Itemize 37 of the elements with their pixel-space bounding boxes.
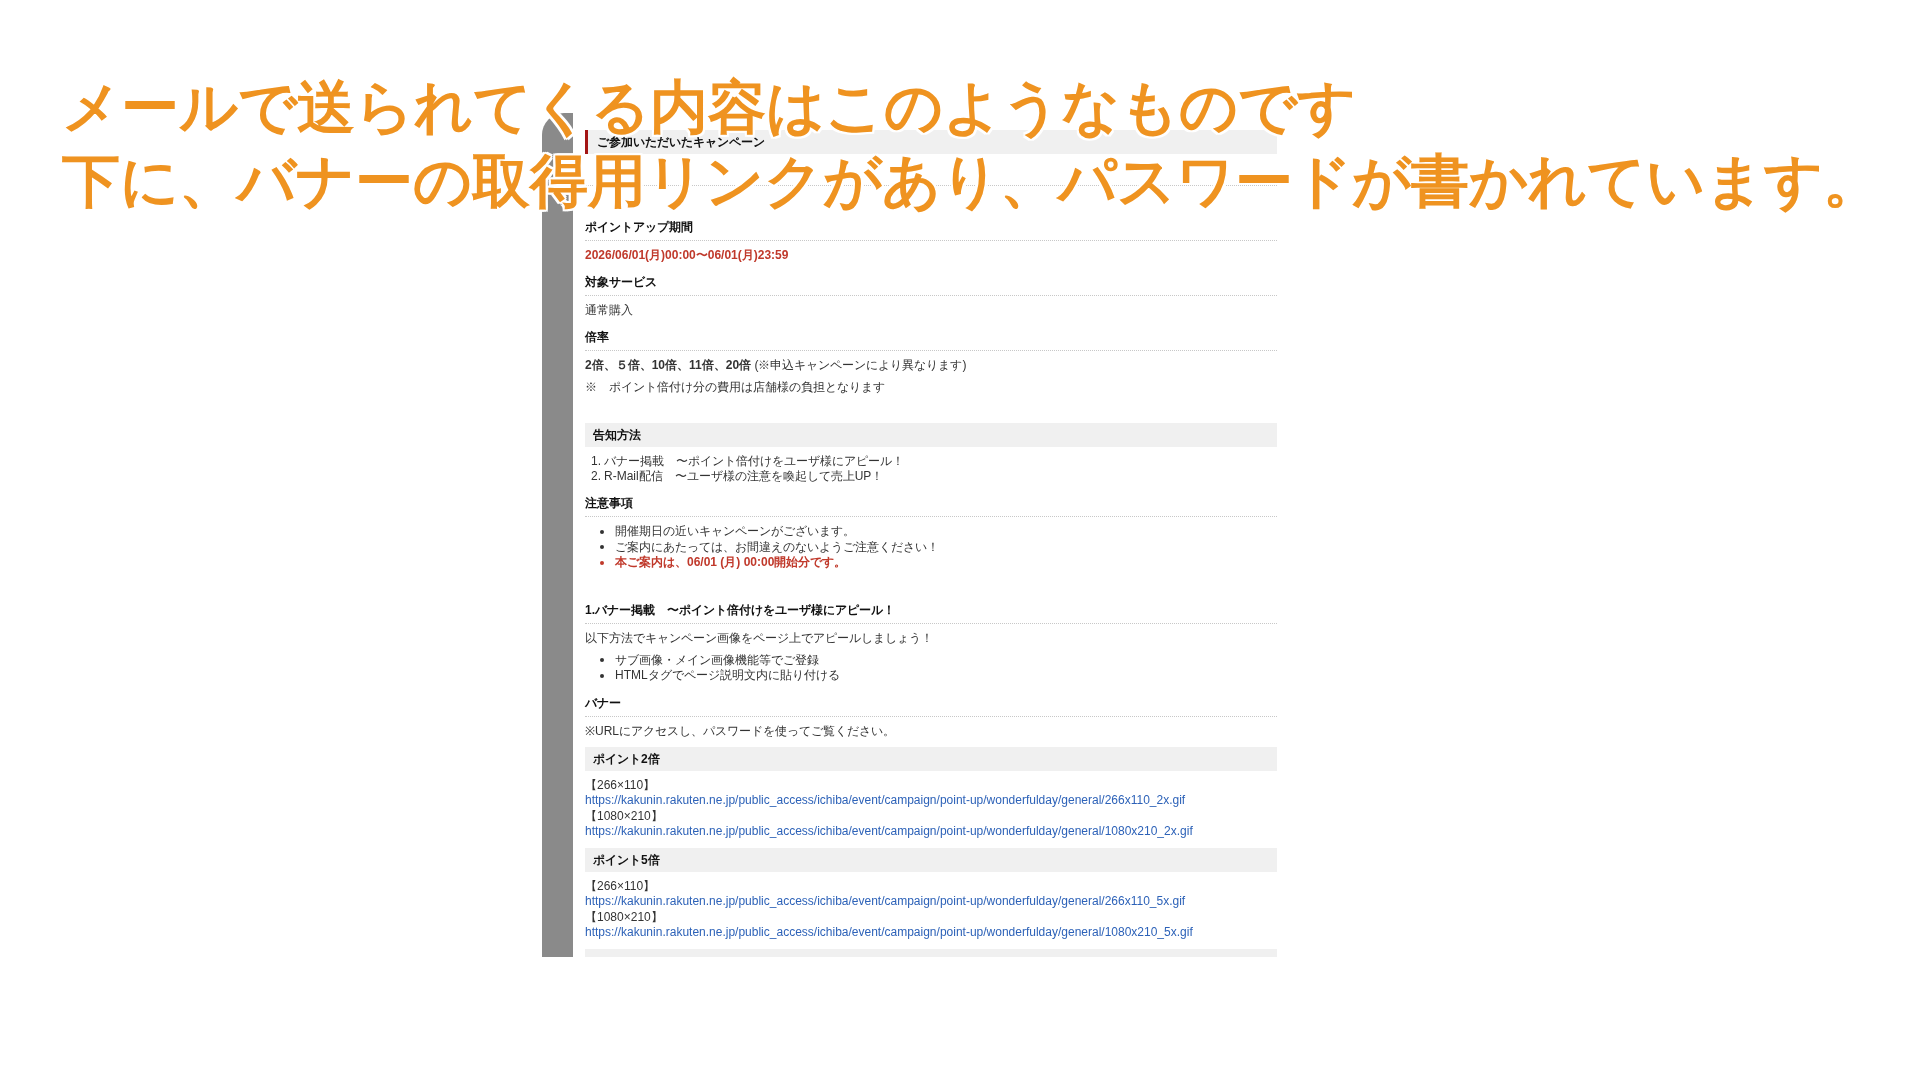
bullet-icon bbox=[600, 658, 604, 663]
size-label: 【1080×210】 bbox=[585, 808, 663, 824]
list-item-text: バナー掲載 〜ポイント倍付けをユーザ様にアピール！ bbox=[604, 454, 904, 469]
subsection-heading: ポイント2倍 bbox=[585, 746, 1277, 771]
size-label: 【1080×210】 bbox=[585, 909, 663, 925]
list-item-text: R-Mail配信 〜ユーザ様の注意を喚起して売上UP！ bbox=[604, 469, 884, 484]
banner-link[interactable]: https://kakunin.rakuten.ne.jp/public_access/ichiba/event/campaign/point-up/wonderfulday/general/1080x210_2x.gif bbox=[585, 824, 1193, 840]
size-label: 【266×110】 bbox=[585, 777, 656, 793]
bullet-icon bbox=[600, 529, 604, 534]
section-heading: 注意事項 bbox=[585, 496, 1277, 517]
notice-text: 本ご案内は、06/01 (月) 00:00開始分です。 bbox=[615, 555, 847, 571]
section-heading: 対象サービス bbox=[585, 275, 1277, 296]
body-text: 2倍、５倍、10倍、11倍、20倍 (※申込キャンペーンにより異なります) bbox=[585, 358, 967, 373]
list-item-text: ご案内にあたっては、お間違えのないようご注意ください！ bbox=[615, 539, 939, 555]
list-item-text: サブ画像・メイン画像機能等でご登録 bbox=[615, 652, 819, 668]
bullet-icon bbox=[600, 560, 604, 565]
list-item-text: HTMLタグでページ説明文内に貼り付ける bbox=[615, 668, 840, 684]
section-heading: ポイントアップ期間 bbox=[585, 220, 1277, 241]
section-heading: バナー bbox=[585, 695, 1277, 717]
body-text: 以下方法でキャンペーン画像をページ上でアピールしましょう！ bbox=[585, 630, 933, 646]
list-item-text: 開催期日の近いキャンペーンがございます。 bbox=[615, 524, 855, 540]
banner-link[interactable]: https://kakunin.rakuten.ne.jp/public_access/ichiba/event/campaign/point-up/wonderfulday/general/266x110_5x.gif bbox=[585, 894, 1186, 910]
body-text: ※ ポイント倍付け分の費用は店舗様の負担となります bbox=[585, 380, 885, 395]
banner-link[interactable]: https://kakunin.rakuten.ne.jp/public_access/ichiba/event/campaign/point-up/wonderfulday/general/266x110_2x.gif bbox=[585, 793, 1186, 809]
banner-link[interactable]: https://kakunin.rakuten.ne.jp/public_access/ichiba/event/campaign/point-up/wonderfulday/general/1080x210_5x.gif bbox=[585, 925, 1193, 941]
bullet-icon bbox=[600, 673, 604, 678]
bullet-icon bbox=[600, 545, 604, 550]
list-number: 2. bbox=[590, 469, 601, 484]
size-label: 【266×110】 bbox=[585, 878, 656, 894]
body-text: 通常購入 bbox=[585, 303, 633, 318]
section-heading: 倍率 bbox=[585, 330, 1277, 351]
section-heading: 1.バナー掲載 〜ポイント倍付けをユーザ様にアピール！ bbox=[585, 602, 1277, 624]
subsection-heading: 告知方法 bbox=[585, 423, 1277, 447]
list-number: 1. bbox=[590, 454, 601, 469]
notice-text: 2026/06/01(月)00:00〜06/01(月)23:59 bbox=[585, 248, 789, 263]
body-text: ※URLにアクセスし、パスワードを使ってご覧ください。 bbox=[585, 723, 895, 739]
subsection-heading: ポイント5倍 bbox=[585, 847, 1277, 872]
